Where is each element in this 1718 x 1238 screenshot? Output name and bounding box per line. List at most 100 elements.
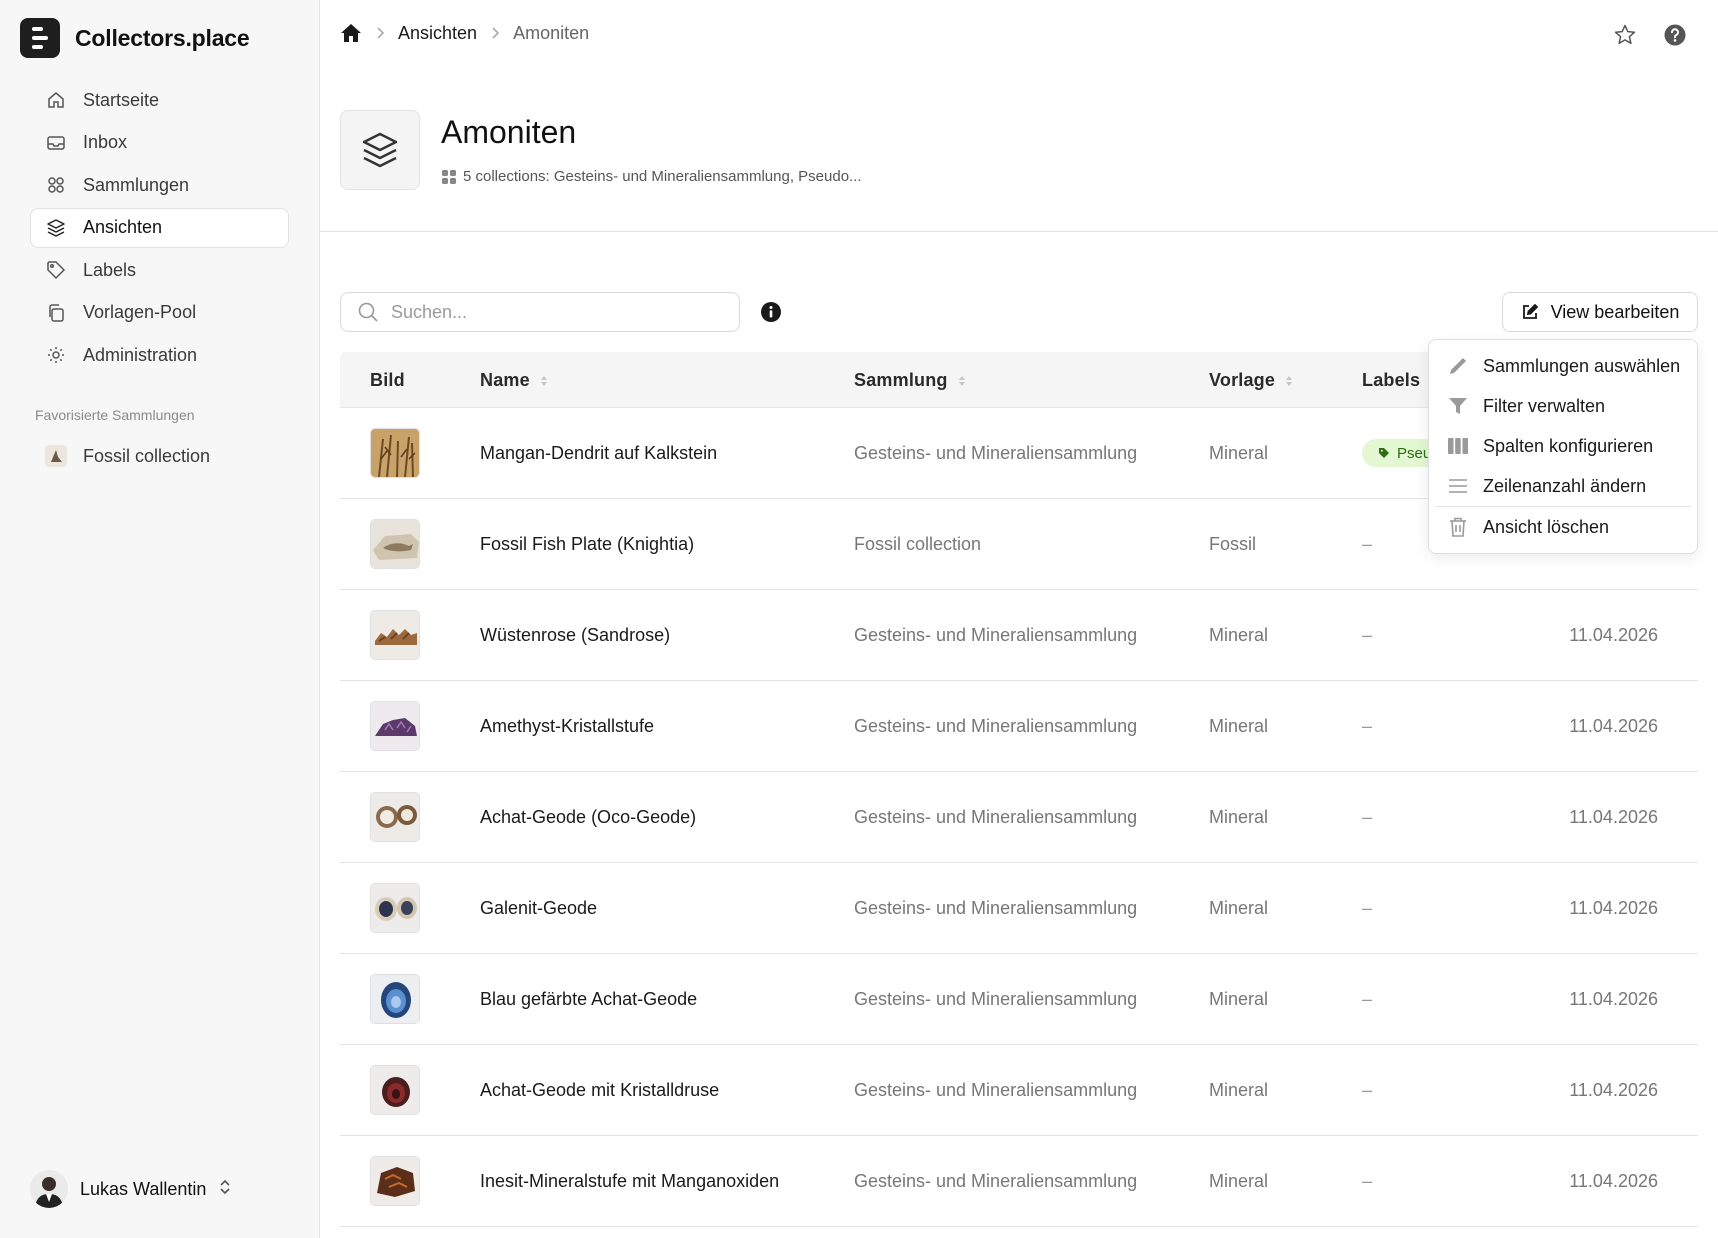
star-icon[interactable] <box>1612 22 1638 48</box>
table-row[interactable]: Amethyst-Kristallstufe Gesteins- und Min… <box>340 681 1698 772</box>
column-header-labels[interactable]: Labels <box>1362 370 1420 391</box>
breadcrumb-item-ansichten[interactable]: Ansichten <box>398 23 477 44</box>
item-date: 11.04.2026 <box>1569 1079 1658 1100</box>
item-template: Mineral <box>1209 1170 1269 1191</box>
item-name[interactable]: Inesit-Mineralstufe mit Manganoxiden <box>480 1136 779 1226</box>
column-header-template[interactable]: Vorlage <box>1209 370 1293 391</box>
table-row[interactable]: Blau gefärbte Achat-Geode Gesteins- und … <box>340 954 1698 1045</box>
topbar: Ansichten Amoniten <box>320 0 1718 72</box>
item-date: 11.04.2026 <box>1569 1170 1658 1191</box>
page-title: Amoniten <box>441 114 577 150</box>
item-date: 11.04.2026 <box>1569 806 1658 827</box>
sidebar-item-labels[interactable]: Labels <box>30 250 289 290</box>
item-thumbnail <box>370 1156 420 1206</box>
search-input[interactable] <box>391 301 711 323</box>
sidebar-item-administration[interactable]: Administration <box>30 335 289 375</box>
item-name[interactable]: Blau gefärbte Achat-Geode <box>480 954 697 1044</box>
item-collection: Gesteins- und Mineraliensammlung <box>854 442 1138 463</box>
item-template: Mineral <box>1209 442 1269 463</box>
item-thumbnail <box>370 701 420 751</box>
help-icon[interactable] <box>1662 22 1688 48</box>
item-name[interactable]: Achat-Geode (Oco-Geode) <box>480 772 696 862</box>
page-subtitle: 5 collections: Gesteins- und Mineraliens… <box>441 168 862 185</box>
item-template: Mineral <box>1209 897 1269 918</box>
table-row[interactable]: Achat-Geode mit Kristalldruse Gesteins- … <box>340 1045 1698 1136</box>
menu-item-manage-filters[interactable]: Filter verwalten <box>1429 386 1697 426</box>
edit-view-button[interactable]: View bearbeiten <box>1502 292 1698 332</box>
item-collection: Gesteins- und Mineraliensammlung <box>854 624 1138 645</box>
item-name[interactable]: Wüstenrose (Sandrose) <box>480 590 670 680</box>
pencil-icon <box>1447 355 1469 377</box>
info-icon[interactable] <box>760 301 782 323</box>
item-template: Mineral <box>1209 988 1269 1009</box>
chevron-right-icon <box>490 26 500 40</box>
sidebar-item-inbox[interactable]: Inbox <box>30 123 289 163</box>
menu-item-select-collections[interactable]: Sammlungen auswählen <box>1429 346 1697 386</box>
sort-icon <box>1285 374 1293 388</box>
item-template: Mineral <box>1209 1079 1269 1100</box>
table-row[interactable]: Wüstenrose (Sandrose) Gesteins- und Mine… <box>340 590 1698 681</box>
sidebar-item-label: Ansichten <box>83 217 163 237</box>
column-header-label: Vorlage <box>1209 370 1276 390</box>
table-row[interactable]: Achat-Geode (Oco-Geode) Gesteins- und Mi… <box>340 772 1698 863</box>
column-header-label: Bild <box>370 370 405 390</box>
column-header-label: Sammlung <box>854 370 948 390</box>
item-labels: – <box>1362 715 1373 736</box>
gear-icon <box>45 344 67 366</box>
item-collection: Gesteins- und Mineraliensammlung <box>854 1079 1138 1100</box>
columns-icon <box>1447 435 1469 457</box>
app-logo-icon <box>20 18 60 58</box>
item-name[interactable]: Fossil Fish Plate (Knightia) <box>480 499 694 589</box>
sidebar-item-label: Startseite <box>83 89 160 110</box>
item-thumbnail <box>370 610 420 660</box>
item-template: Mineral <box>1209 715 1269 736</box>
table-row[interactable]: Inesit-Mineralstufe mit Manganoxiden Ges… <box>340 1136 1698 1227</box>
menu-item-change-row-count[interactable]: Zeilenanzahl ändern <box>1429 466 1697 506</box>
item-thumbnail <box>370 974 420 1024</box>
sidebar-item-vorlagen-pool[interactable]: Vorlagen-Pool <box>30 293 289 333</box>
brand[interactable]: Collectors.place <box>20 18 250 58</box>
avatar <box>30 1170 68 1208</box>
sidebar-item-ansichten[interactable]: Ansichten <box>30 207 289 248</box>
sidebar-item-label: Vorlagen-Pool <box>83 302 197 322</box>
item-name[interactable]: Galenit-Geode <box>480 863 597 953</box>
column-header-collection[interactable]: Sammlung <box>854 370 966 391</box>
image-cell <box>370 499 420 589</box>
item-thumbnail <box>370 428 420 478</box>
favorite-item-label: Fossil collection <box>83 445 211 466</box>
home-icon[interactable] <box>340 22 362 44</box>
user-name: Lukas Wallentin <box>80 1178 207 1199</box>
search-box[interactable] <box>340 292 740 332</box>
inbox-icon <box>45 132 67 154</box>
table-row[interactable]: Galenit-Geode Gesteins- und Mineraliensa… <box>340 863 1698 954</box>
menu-item-configure-columns[interactable]: Spalten konfigurieren <box>1429 426 1697 466</box>
funnel-icon <box>1447 395 1469 417</box>
item-thumbnail <box>370 519 420 569</box>
item-name[interactable]: Mangan-Dendrit auf Kalkstein <box>480 408 717 498</box>
menu-item-label: Spalten konfigurieren <box>1483 435 1654 456</box>
image-cell <box>370 1045 420 1135</box>
image-cell <box>370 590 420 680</box>
image-cell <box>370 681 420 771</box>
menu-item-delete-view[interactable]: Ansicht löschen <box>1429 507 1697 547</box>
copy-icon <box>45 302 67 324</box>
rows-icon <box>1447 475 1469 497</box>
sidebar-item-label: Sammlungen <box>83 174 190 195</box>
user-menu[interactable]: Lukas Wallentin <box>30 1170 232 1208</box>
image-cell <box>370 408 420 498</box>
image-cell <box>370 863 420 953</box>
item-name[interactable]: Amethyst-Kristallstufe <box>480 681 654 771</box>
sidebar-item-startseite[interactable]: Startseite <box>30 80 289 120</box>
menu-item-label: Ansicht löschen <box>1483 516 1610 537</box>
collection-thumbnail-icon <box>45 445 67 467</box>
chevron-up-down-icon <box>218 1178 232 1201</box>
item-name[interactable]: Achat-Geode mit Kristalldruse <box>480 1045 719 1135</box>
sidebar-item-sammlungen[interactable]: Sammlungen <box>30 165 289 205</box>
column-header-name[interactable]: Name <box>480 370 548 391</box>
tag-icon <box>1378 447 1390 459</box>
menu-item-label: Sammlungen auswählen <box>1483 355 1681 376</box>
favorite-item-fossil-collection[interactable]: Fossil collection <box>30 436 289 476</box>
item-collection: Fossil collection <box>854 533 982 554</box>
sidebar-item-label: Labels <box>83 259 137 280</box>
column-header-label: Name <box>480 370 530 390</box>
